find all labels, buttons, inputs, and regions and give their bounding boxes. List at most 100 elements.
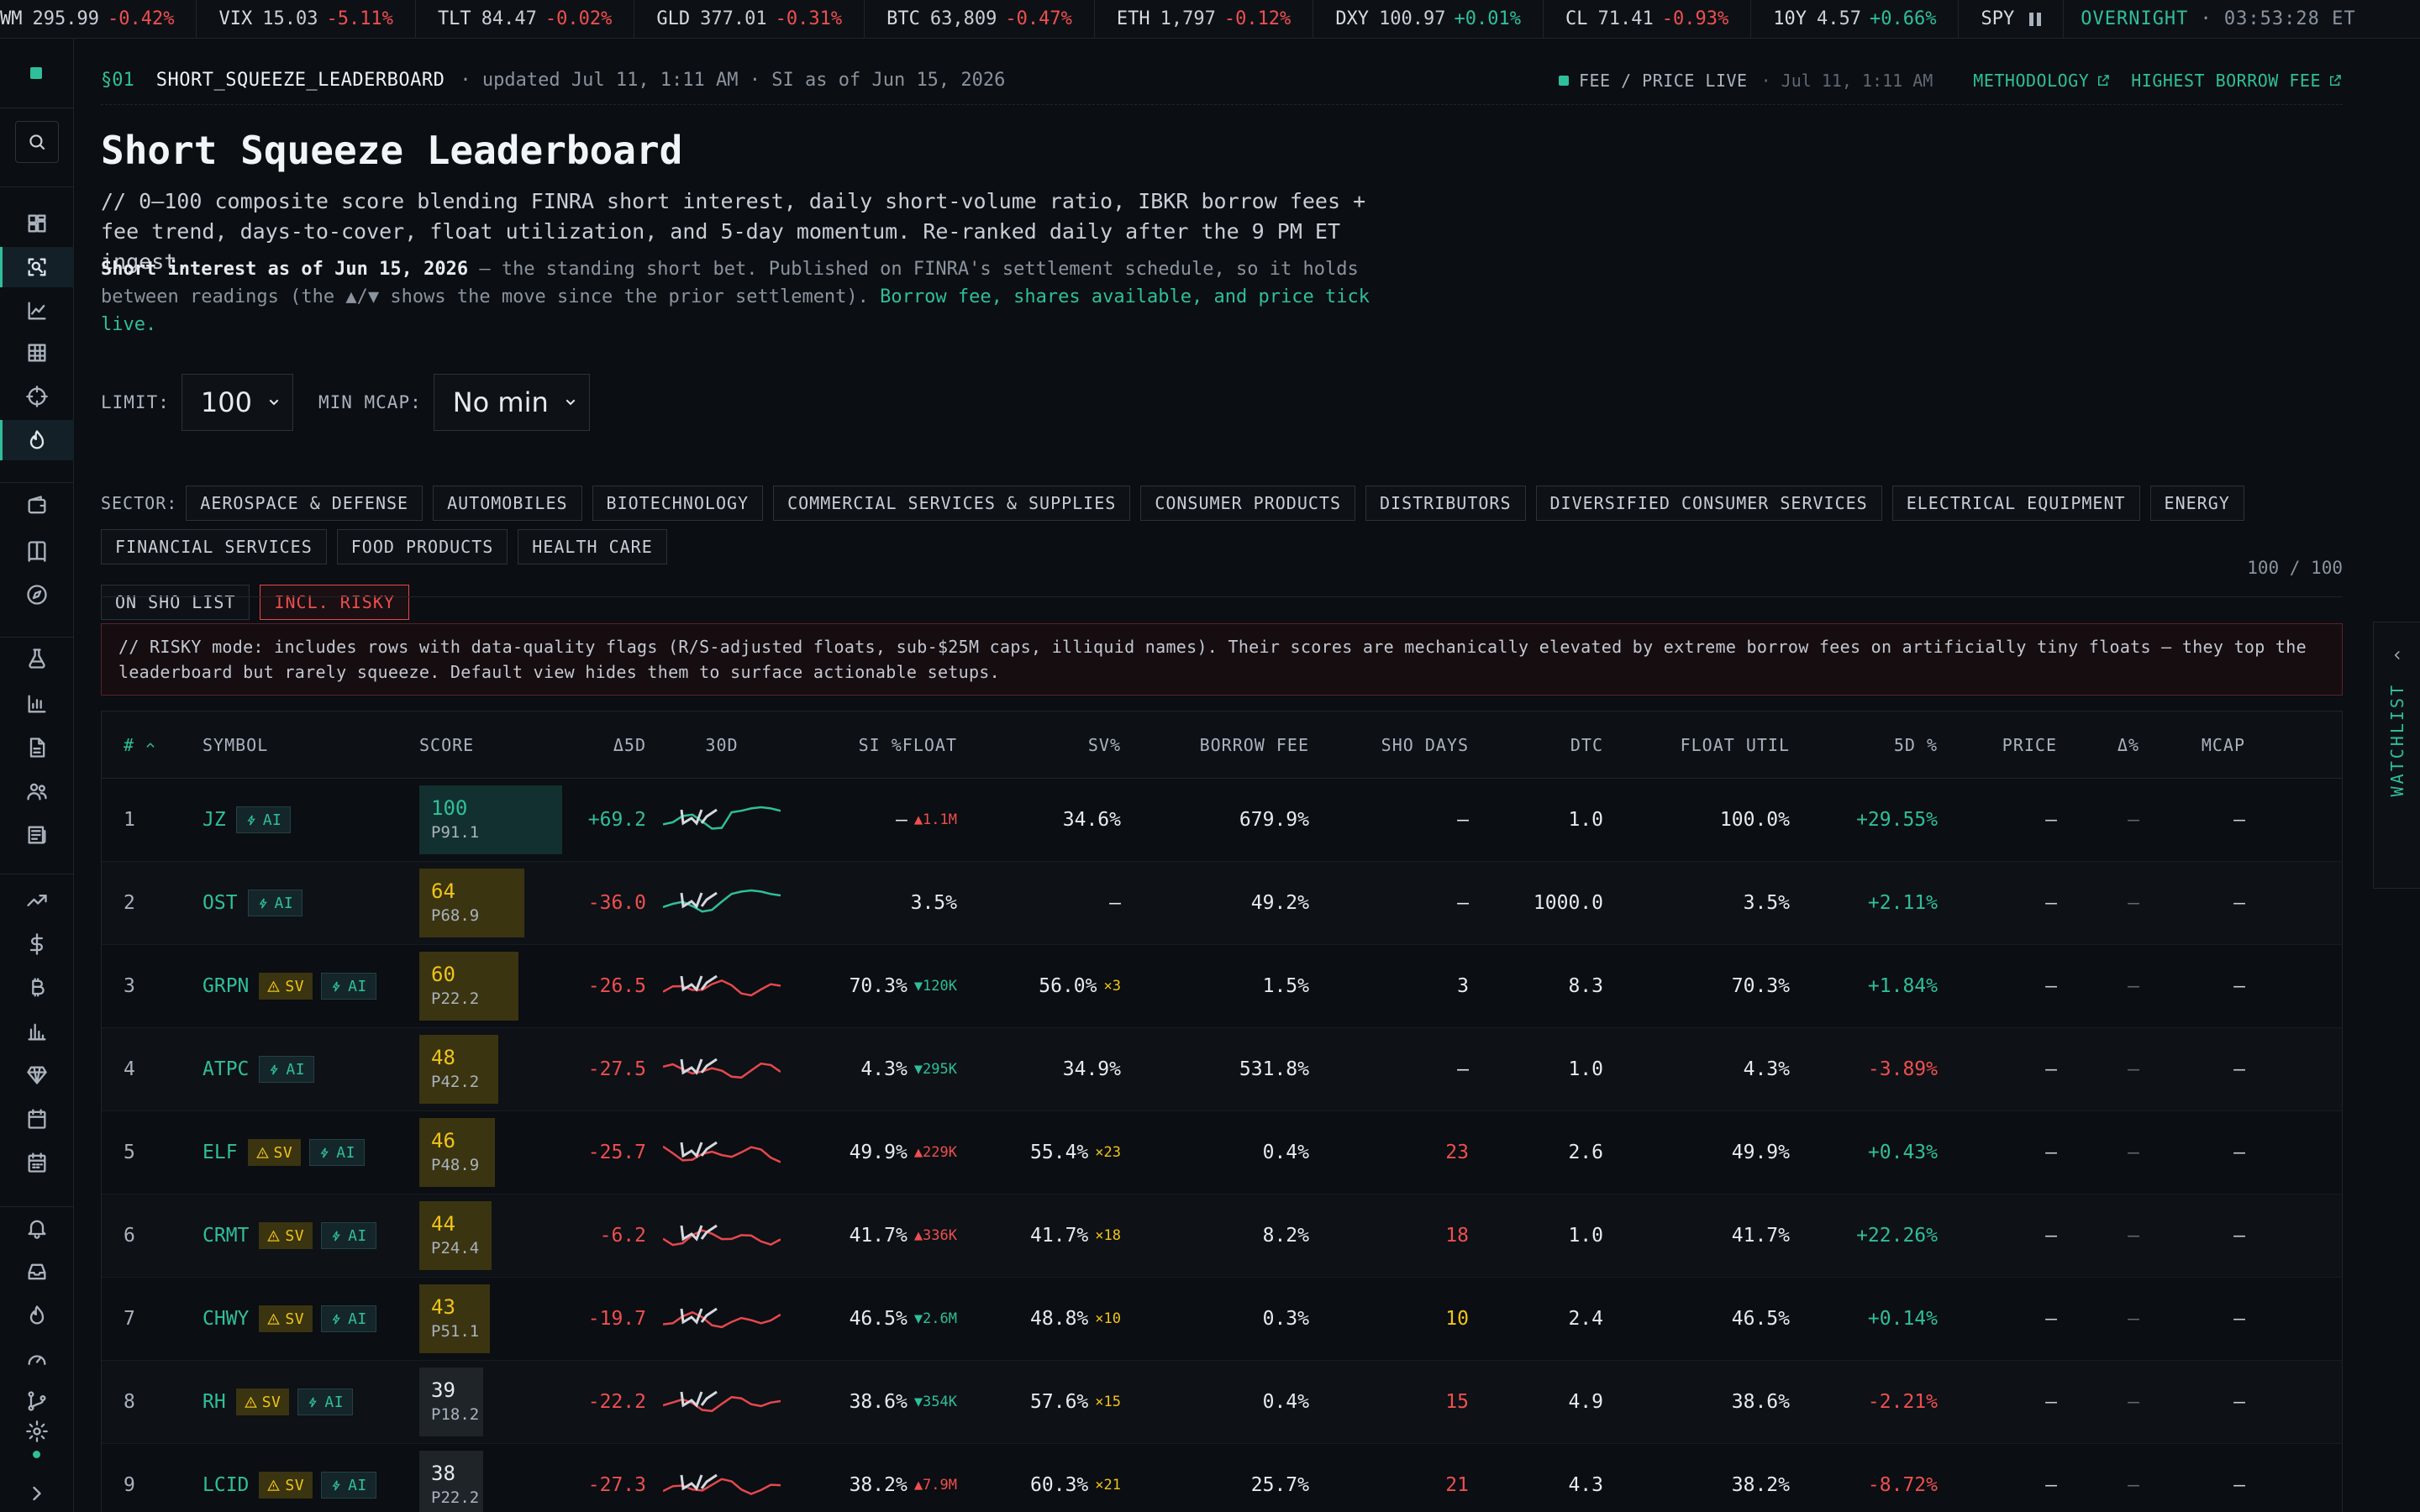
nav-calendar-button[interactable] [0,1099,74,1139]
pause-icon[interactable] [2029,12,2042,26]
column-header[interactable]: FLOAT UTIL [1603,735,1790,755]
ticker-item[interactable]: BTC 63,809 -0.47% [865,0,1095,38]
column-header[interactable]: BORROW FEE [1121,735,1309,755]
nav-calendar-grid-button[interactable] [0,1142,74,1183]
symbol-link[interactable]: CRMT [203,1225,249,1247]
column-header[interactable]: PRICE [1938,735,2057,755]
sector-chip[interactable]: AEROSPACE & DEFENSE [186,486,424,521]
ticker-item[interactable]: VIX 15.03 -5.11% [197,0,416,38]
watchlist-tab[interactable]: WATCHLIST [2373,622,2420,889]
min-mcap-select[interactable]: No min [433,374,590,431]
column-header[interactable]: 30D [646,735,797,755]
column-header[interactable]: 5D % [1790,735,1938,755]
ticker-item[interactable]: 10Y 4.57 +0.66% [1751,0,1960,38]
column-header[interactable]: MCAP [2139,735,2265,755]
sector-chip[interactable]: AUTOMOBILES [433,486,582,521]
table-row[interactable]: 5 ELF SV AI 46 P48.9 -25.7 49.9% ▲229K 55.4% ×23 0.… [102,1111,2342,1194]
nav-dashboard-button[interactable] [0,203,74,244]
nav-inbox-button[interactable] [0,1252,74,1292]
ai-badge[interactable]: AI [321,973,376,1000]
nav-wallet-button[interactable] [0,486,74,526]
nav-gauge-button[interactable] [0,1339,74,1379]
ai-badge[interactable]: AI [309,1139,365,1166]
column-header[interactable]: DTC [1469,735,1603,755]
sector-chip[interactable]: FINANCIAL SERVICES [101,529,327,564]
column-header[interactable]: SV% [957,735,1121,755]
nav-chart-line-button[interactable] [0,291,74,331]
nav-compass-button[interactable] [0,575,74,615]
column-header[interactable]: Δ5D [562,735,646,755]
nav-column-chart-button[interactable] [0,1011,74,1052]
ai-badge[interactable]: AI [321,1305,376,1332]
symbol-link[interactable]: JZ [203,809,226,831]
table-row[interactable]: 3 GRPN SV AI 60 P22.2 -26.5 70.3% ▼120K 56.0% ×3 1.… [102,945,2342,1028]
sector-chip[interactable]: ELECTRICAL EQUIPMENT [1891,486,2140,521]
nav-trending-button[interactable] [0,880,74,921]
table-row[interactable]: 8 RH SV AI 39 P18.2 -22.2 38.6% ▼354K 57.6% ×15 0.4… [102,1361,2342,1444]
ai-badge[interactable]: AI [247,890,303,916]
sector-chip[interactable]: ENERGY [2149,486,2244,521]
ticker-item[interactable]: TLT 84.47 -0.02% [416,0,635,38]
nav-bar-chart-button[interactable] [0,684,74,724]
ticker-item[interactable]: DXY 100.97 +0.01% [1313,0,1544,38]
ticker-item[interactable]: CL 71.41 -0.93% [1544,0,1752,38]
ticker-paused-item[interactable]: SPY [1959,0,2065,38]
nav-grid-button[interactable] [0,333,74,373]
nav-flask-button[interactable] [0,638,74,679]
symbol-link[interactable]: GRPN [203,975,249,997]
ticker-item[interactable]: ETH 1,797 -0.12% [1095,0,1314,38]
ai-badge[interactable]: AI [321,1472,376,1499]
limit-select[interactable]: 100 [181,374,293,431]
search-button[interactable] [15,121,59,163]
sector-chip[interactable]: CONSUMER PRODUCTS [1140,486,1356,521]
app-logo[interactable] [30,67,42,79]
sector-chip[interactable]: BIOTECHNOLOGY [592,486,764,521]
collapse-rail-button[interactable] [0,1473,74,1512]
methodology-link[interactable]: METHODOLOGY [1973,71,2111,91]
sector-chip[interactable]: HEALTH CARE [518,529,667,564]
ai-badge[interactable]: AI [235,806,292,833]
nav-crosshair-button[interactable] [0,376,74,417]
table-row[interactable]: 4 ATPC AI 48 P42.2 -27.5 4.3% ▼295K 34.9% 531.8% —… [102,1028,2342,1111]
highest-borrow-fee-link[interactable]: HIGHEST BORROW FEE [2131,71,2343,91]
column-header[interactable]: SI %FLOAT [797,735,957,755]
column-header[interactable]: SYMBOL [203,735,419,755]
sector-chip[interactable]: DISTRIBUTORS [1365,486,1526,521]
ai-badge[interactable]: AI [297,1389,354,1415]
nav-users-button[interactable] [0,771,74,811]
table-row[interactable]: 2 OST AI 64 P68.9 -36.0 3.5% — 49.2% — 1000.0 3.5% +… [102,862,2342,945]
nav-settings-button[interactable] [0,1411,74,1452]
column-header[interactable]: Δ% [2057,735,2139,755]
nav-document-button[interactable] [0,727,74,768]
table-row[interactable]: 7 CHWY SV AI 43 P51.1 -19.7 46.5% ▼2.6M 48.8% ×10 0… [102,1278,2342,1361]
ai-badge[interactable]: AI [321,1222,376,1249]
nav-newspaper-button[interactable] [0,815,74,855]
table-row[interactable]: 6 CRMT SV AI 44 P24.4 -6.2 41.7% ▲336K 41.7% ×18 8.… [102,1194,2342,1278]
symbol-link[interactable]: RH [203,1391,226,1413]
ticker-item[interactable]: GLD 377.01 -0.31% [634,0,865,38]
column-header[interactable]: SCORE [419,735,562,755]
nav-bell-button[interactable] [0,1208,74,1248]
symbol-link[interactable]: ATPC [203,1058,249,1080]
column-header[interactable]: # [102,735,203,755]
nav-flame-button[interactable] [0,420,74,460]
sector-chip[interactable]: DIVERSIFIED CONSUMER SERVICES [1535,486,1882,521]
symbol-link[interactable]: CHWY [203,1308,249,1330]
table-row[interactable]: 9 LCID SV AI 38 P22.2 -27.3 38.2% ▲7.9M 60.3% ×21 2… [102,1444,2342,1512]
ticker-item[interactable]: WM 295.99 -0.42% [0,0,197,38]
symbol-link[interactable]: ELF [203,1142,238,1163]
nav-book-button[interactable] [0,531,74,571]
nav-dollar-button[interactable] [0,924,74,964]
column-header[interactable]: SHO DAYS [1309,735,1469,755]
ai-badge[interactable]: AI [259,1056,315,1083]
nav-screener-button[interactable] [0,247,74,287]
sho-list-toggle[interactable]: ON SHO LIST [101,585,250,620]
nav-fire-button[interactable] [0,1295,74,1336]
symbol-link[interactable]: OST [203,892,238,914]
symbol-link[interactable]: LCID [203,1474,249,1496]
nav-gem-button[interactable] [0,1055,74,1095]
include-risky-toggle[interactable]: INCL. RISKY [260,585,409,620]
sector-chip[interactable]: FOOD PRODUCTS [336,529,508,564]
sector-chip[interactable]: COMMERCIAL SERVICES & SUPPLIES [773,486,1131,521]
nav-bitcoin-button[interactable] [0,968,74,1008]
